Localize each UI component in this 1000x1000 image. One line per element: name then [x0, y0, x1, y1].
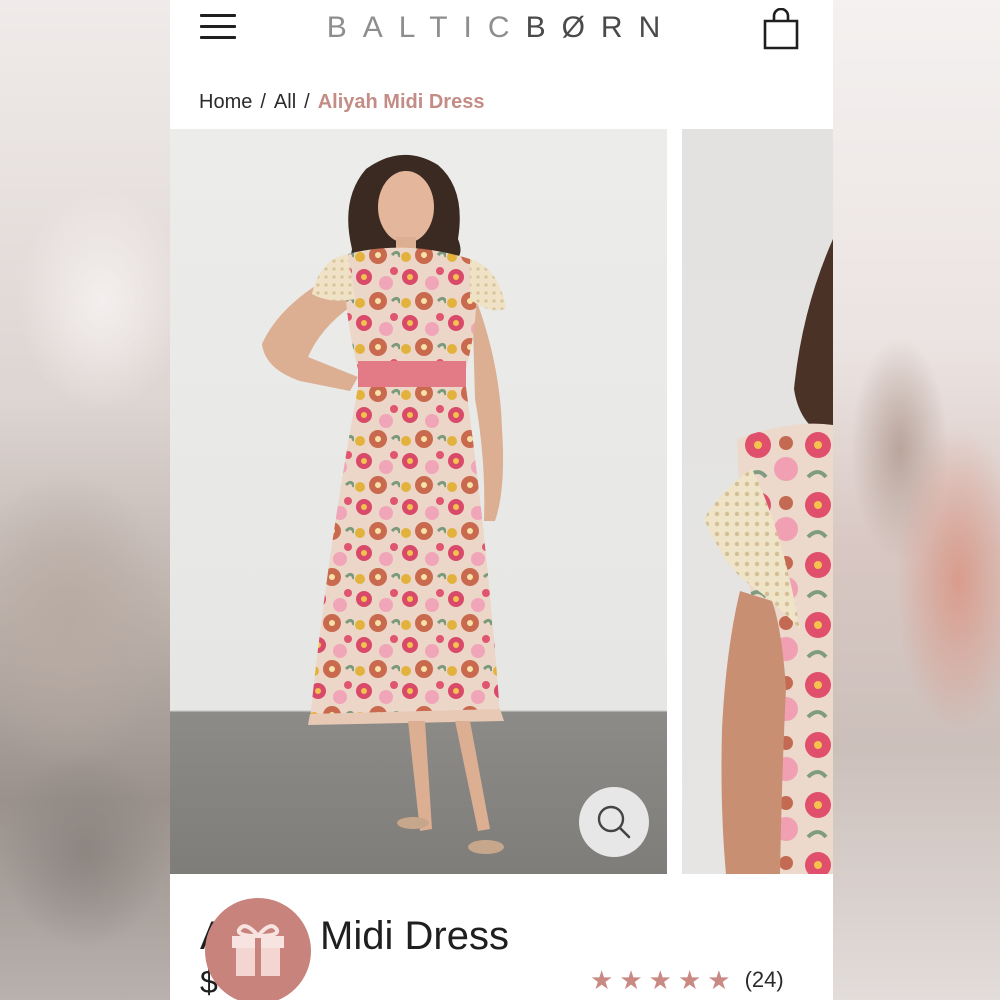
product-photo-main[interactable]: [170, 129, 667, 874]
product-rating[interactable]: ★ ★ ★ ★ ★ (24): [590, 964, 784, 996]
star-icon: ★: [707, 965, 731, 995]
breadcrumb-current: Aliyah Midi Dress: [317, 91, 485, 113]
site-header: BALTICBØRN: [170, 0, 833, 62]
gift-button[interactable]: [205, 898, 311, 1000]
shopping-bag-icon[interactable]: [762, 8, 800, 50]
brand-logo-part1: BALTIC: [326, 11, 526, 44]
product-photo-secondary[interactable]: [682, 129, 833, 874]
review-count[interactable]: (24): [745, 967, 784, 993]
breadcrumb-home-link[interactable]: Home: [199, 91, 252, 113]
blurred-background-right: [833, 0, 1000, 1000]
breadcrumb-all-link[interactable]: All: [274, 91, 296, 113]
star-icon: ★: [677, 965, 702, 995]
blurred-background-left: [0, 0, 170, 1000]
gift-icon: [232, 924, 284, 976]
star-icon: ★: [619, 965, 643, 995]
product-image-gallery[interactable]: [170, 129, 833, 874]
brand-logo[interactable]: BALTICBØRN: [170, 10, 833, 46]
breadcrumb-separator: /: [260, 91, 266, 113]
breadcrumb-separator: /: [304, 91, 310, 113]
star-icon: ★: [590, 965, 614, 995]
zoom-button[interactable]: [579, 787, 649, 857]
search-icon: [597, 805, 631, 839]
phone-screen: BALTICBØRN Home / All / Aliyah Midi Dress: [170, 0, 833, 1000]
breadcrumb: Home / All / Aliyah Midi Dress: [199, 88, 484, 116]
model-illustration: [262, 154, 506, 854]
brand-logo-part2: BØRN: [525, 11, 677, 44]
sleeve-closeup-illustration: [704, 239, 833, 874]
star-icon: ★: [648, 965, 672, 995]
rating-stars: ★ ★ ★ ★ ★: [590, 966, 731, 994]
